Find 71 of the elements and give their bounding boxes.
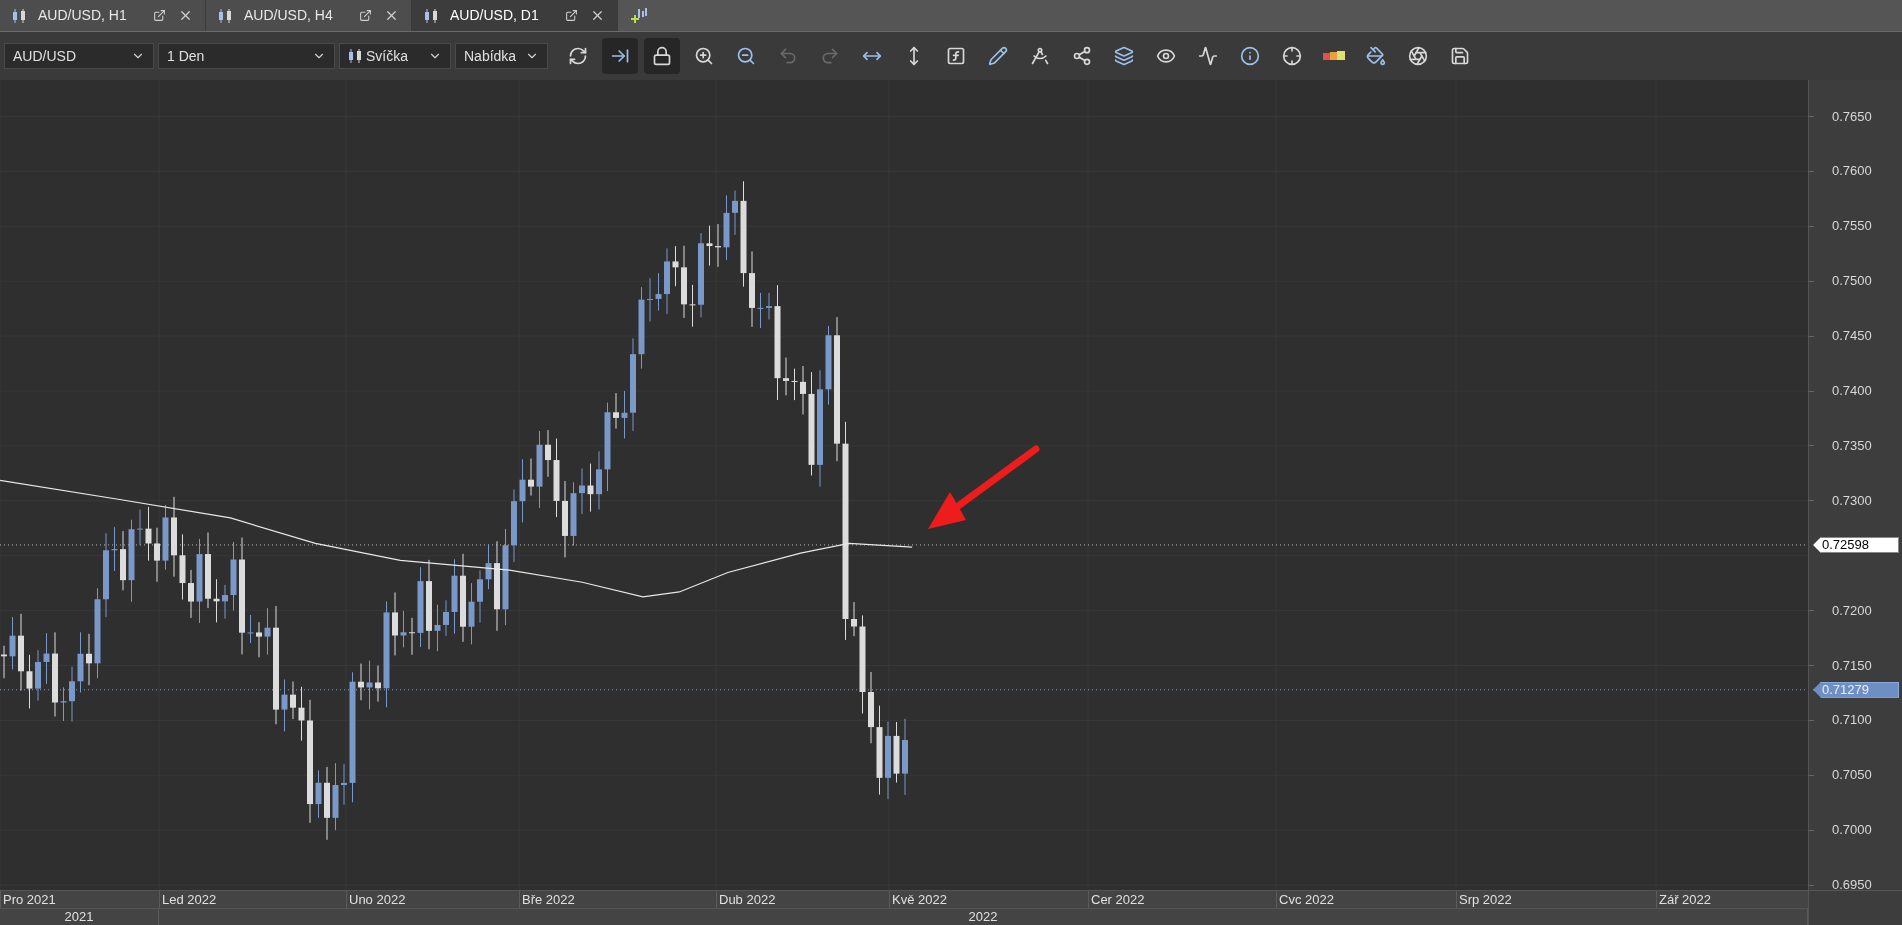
function-icon [946,46,966,66]
price-tick-label: 0.7300 [1832,492,1872,509]
save-icon [1450,46,1470,66]
color-bar-icon [1323,51,1345,61]
dropdown-select[interactable]: 1 Den [158,43,335,69]
shutter-icon [1408,46,1428,66]
dropdown-select[interactable]: Svíčka [339,43,451,69]
price-tick-label: 0.7150 [1832,657,1872,674]
price-tick-label: 0.7050 [1832,767,1872,784]
chart-tab[interactable]: AUD/USD, H4 [206,0,412,31]
pencil-icon [988,46,1008,66]
month-label: Bře 2022 [519,891,575,908]
month-label: Cvc 2022 [1276,891,1334,908]
price-tick-label: 0.7550 [1832,218,1872,235]
chart-tab[interactable]: AUD/USD, D1 [412,0,618,31]
price-marker: 0.72598 [1813,536,1899,553]
crosshair-icon [1282,46,1302,66]
shift-arrow-icon [610,46,630,66]
month-label: Cer 2022 [1088,891,1145,908]
month-label: Dub 2022 [716,891,776,908]
zoom-out-icon [736,46,756,66]
price-tick-label: 0.7450 [1832,328,1872,345]
tab-label: AUD/USD, H4 [244,6,334,25]
price-tick-label: 0.7200 [1832,602,1872,619]
layers-icon [1114,46,1134,66]
dropdown-select[interactable]: AUD/USD [4,43,154,69]
undo-icon [778,46,798,66]
year-label: 2021 [64,909,94,925]
lock-icon [652,46,672,66]
close-icon[interactable] [178,8,193,23]
zoom-in-icon [694,46,714,66]
year-label: 2022 [968,909,998,925]
tab-label: AUD/USD, H1 [38,6,128,25]
close-icon[interactable] [384,8,399,23]
paint-bucket-icon [1366,46,1386,66]
info-icon [1240,46,1260,66]
price-marker: 0.71279 [1813,681,1899,698]
compass-icon [1030,46,1050,66]
month-label: Pro 2021 [0,891,56,908]
month-label: Srp 2022 [1456,891,1512,908]
toolbar-button[interactable] [602,38,638,74]
dropdown-select[interactable]: Nabídka [455,43,548,69]
month-label: Zář 2022 [1656,891,1712,908]
candlestick-icon [218,7,232,24]
toolbar-button[interactable] [644,38,680,74]
month-label: Kvě 2022 [889,891,947,908]
add-chart-icon[interactable] [630,6,648,25]
price-tick-label: 0.7650 [1832,108,1872,125]
wave-icon [1198,46,1218,66]
price-tick-label: 0.6950 [1832,877,1872,894]
close-icon[interactable] [590,8,605,23]
tab-label: AUD/USD, D1 [450,6,540,25]
price-tick-label: 0.7000 [1832,822,1872,839]
month-label: Uno 2022 [346,891,406,908]
eye-icon [1156,46,1176,66]
chart-tab[interactable]: AUD/USD, H1 [0,0,206,31]
refresh-icon [568,46,588,66]
price-tick-label: 0.7600 [1832,163,1872,180]
detach-icon[interactable] [565,9,578,22]
detach-icon[interactable] [153,9,166,22]
price-tick-label: 0.7500 [1832,273,1872,290]
candle-type-icon [348,48,362,64]
nodes-icon [1072,46,1092,66]
candlestick-icon [424,7,438,24]
price-tick-label: 0.7100 [1832,712,1872,729]
candlestick-icon [12,7,26,24]
month-label: Led 2022 [159,891,217,908]
price-tick-label: 0.7350 [1832,437,1872,454]
redo-icon [820,46,840,66]
price-tick-label: 0.7400 [1832,383,1872,399]
detach-icon[interactable] [359,9,372,22]
